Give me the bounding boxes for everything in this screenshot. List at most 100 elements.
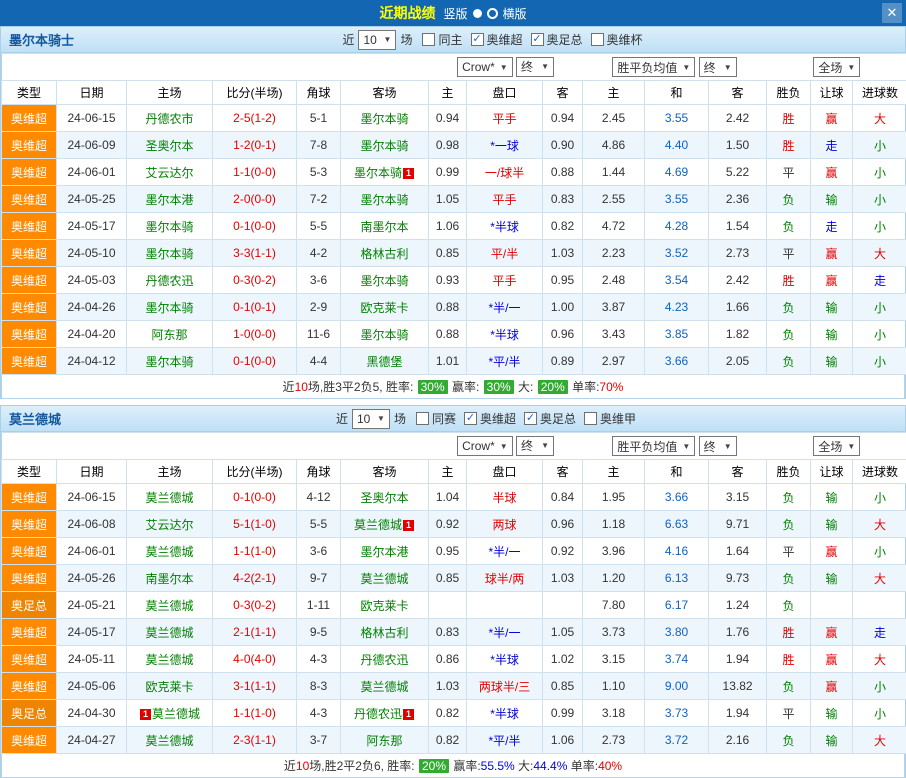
odds-time-select[interactable]: 终▼ (699, 57, 737, 77)
league-type: 奥维超 (2, 673, 57, 700)
home-team[interactable]: 欧克莱卡 (127, 673, 213, 700)
away-team[interactable]: 墨尔本骑 (341, 321, 429, 348)
footer-text: 大: (515, 757, 534, 774)
match-date: 24-05-25 (57, 186, 127, 213)
scope-select[interactable]: 全场▼ (813, 436, 860, 456)
horizontal-layout-label[interactable]: 横版 (503, 5, 527, 22)
away-team[interactable]: 阿东那 (341, 727, 429, 754)
home-team[interactable]: 艾云达尔 (127, 159, 213, 186)
odds-type-select[interactable]: 胜平负均值▼ (612, 57, 695, 77)
title-bar: 近期战绩 竖版 横版 ✕ (0, 0, 906, 26)
horizontal-layout-radio[interactable] (487, 8, 498, 19)
away-team[interactable]: 圣奥尔本 (341, 484, 429, 511)
home-team[interactable]: 莫兰德城 (127, 619, 213, 646)
checkbox-unchecked-icon[interactable] (591, 33, 604, 46)
match-row: 奥足总24-04-301莫兰德城1-1(1-0)4-3丹德农迅10.82*半球0… (2, 700, 906, 727)
away-team[interactable]: 黑德堡 (341, 348, 429, 375)
handicap-home-odds: 0.83 (429, 619, 467, 646)
checkbox-unchecked-icon[interactable] (416, 412, 429, 425)
column-header: 日期 (57, 81, 127, 105)
away-team[interactable]: 南墨尔本 (341, 213, 429, 240)
checkbox-checked-icon[interactable]: ✓ (524, 412, 537, 425)
away-team[interactable]: 格林古利 (341, 619, 429, 646)
filter-checkbox[interactable]: ✓奥维超 (464, 410, 516, 427)
home-team[interactable]: 莫兰德城 (127, 646, 213, 673)
home-team[interactable]: 丹德农迅 (127, 267, 213, 294)
home-team[interactable]: 墨尔本港 (127, 186, 213, 213)
checkbox-label: 同赛 (432, 410, 456, 427)
filter-checkbox[interactable]: ✓奥足总 (531, 31, 583, 48)
away-team[interactable]: 墨尔本骑 (341, 267, 429, 294)
home-team[interactable]: 墨尔本骑 (127, 348, 213, 375)
match-count-select[interactable]: 10▼ (352, 409, 390, 429)
away-team[interactable]: 墨尔本骑 (341, 186, 429, 213)
checkbox-unchecked-icon[interactable] (422, 33, 435, 46)
home-team[interactable]: 莫兰德城 (127, 727, 213, 754)
corner-score: 8-3 (297, 673, 341, 700)
checkbox-checked-icon[interactable]: ✓ (531, 33, 544, 46)
odds-time-select[interactable]: 终▼ (699, 436, 737, 456)
checkbox-label: 奥足总 (540, 410, 576, 427)
handicap-line: 平手 (467, 186, 543, 213)
home-team[interactable]: 墨尔本骑 (127, 294, 213, 321)
handicap-time-select[interactable]: 终▼ (516, 436, 554, 456)
odds-type-select[interactable]: 胜平负均值▼ (612, 436, 695, 456)
home-team[interactable]: 莫兰德城 (127, 592, 213, 619)
home-team[interactable]: 莫兰德城 (127, 538, 213, 565)
home-team[interactable]: 南墨尔本 (127, 565, 213, 592)
goals-result: 小 (853, 673, 906, 700)
vertical-layout-radio-selected[interactable] (473, 9, 482, 18)
home-team[interactable]: 艾云达尔 (127, 511, 213, 538)
home-team[interactable]: 1莫兰德城 (127, 700, 213, 727)
footer-text: 赢率: (449, 378, 483, 395)
handicap-home-odds: 0.94 (429, 105, 467, 132)
filter-checkbox[interactable]: 同主 (422, 31, 462, 48)
checkbox-unchecked-icon[interactable] (584, 412, 597, 425)
away-team[interactable]: 丹德农迅 (341, 646, 429, 673)
handicap-away-odds: 1.02 (543, 646, 583, 673)
handicap-result: 输 (811, 484, 853, 511)
layout-radio-group: 竖版 横版 (443, 5, 526, 22)
filter-checkbox[interactable]: 奥维杯 (591, 31, 643, 48)
away-team[interactable]: 莫兰德城 (341, 673, 429, 700)
home-team[interactable]: 圣奥尔本 (127, 132, 213, 159)
away-team[interactable]: 格林古利 (341, 240, 429, 267)
filter-checkbox[interactable]: ✓奥维超 (471, 31, 523, 48)
summary-footer: 近10场,胜3平2负5, 胜率: 30% 赢率: 30% 大: 20% 单率:7… (1, 375, 905, 399)
match-count-select[interactable]: 10▼ (358, 30, 396, 50)
column-header: 客 (709, 460, 767, 484)
away-team[interactable]: 墨尔本骑1 (341, 159, 429, 186)
away-team[interactable]: 墨尔本骑 (341, 132, 429, 159)
handicap-time-select[interactable]: 终▼ (516, 57, 554, 77)
checkbox-checked-icon[interactable]: ✓ (464, 412, 477, 425)
home-team[interactable]: 丹德农市 (127, 105, 213, 132)
home-team[interactable]: 墨尔本骑 (127, 240, 213, 267)
scope-select[interactable]: 全场▼ (813, 57, 860, 77)
filter-checkbox[interactable]: ✓奥足总 (524, 410, 576, 427)
away-team[interactable]: 莫兰德城 (341, 565, 429, 592)
away-team[interactable]: 莫兰德城1 (341, 511, 429, 538)
filter-checkbox[interactable]: 奥维甲 (584, 410, 636, 427)
checkbox-checked-icon[interactable]: ✓ (471, 33, 484, 46)
bookmaker-select[interactable]: Crow*▼ (457, 436, 513, 456)
home-team[interactable]: 阿东那 (127, 321, 213, 348)
home-team[interactable]: 墨尔本骑 (127, 213, 213, 240)
away-team[interactable]: 欧克莱卡 (341, 294, 429, 321)
odds-draw: 3.55 (645, 105, 709, 132)
close-icon[interactable]: ✕ (882, 3, 902, 23)
odds-draw: 3.73 (645, 700, 709, 727)
bookmaker-select[interactable]: Crow*▼ (457, 57, 513, 77)
vertical-layout-label[interactable]: 竖版 (443, 5, 467, 22)
away-team[interactable]: 欧克莱卡 (341, 592, 429, 619)
away-team[interactable]: 墨尔本骑 (341, 105, 429, 132)
home-team[interactable]: 莫兰德城 (127, 484, 213, 511)
goals-result: 小 (853, 700, 906, 727)
league-type: 奥维超 (2, 511, 57, 538)
away-team[interactable]: 丹德农迅1 (341, 700, 429, 727)
goals-result: 小 (853, 484, 906, 511)
league-type: 奥维超 (2, 646, 57, 673)
league-type: 奥维超 (2, 294, 57, 321)
filter-checkbox[interactable]: 同赛 (416, 410, 456, 427)
goals-result: 走 (853, 619, 906, 646)
away-team[interactable]: 墨尔本港 (341, 538, 429, 565)
